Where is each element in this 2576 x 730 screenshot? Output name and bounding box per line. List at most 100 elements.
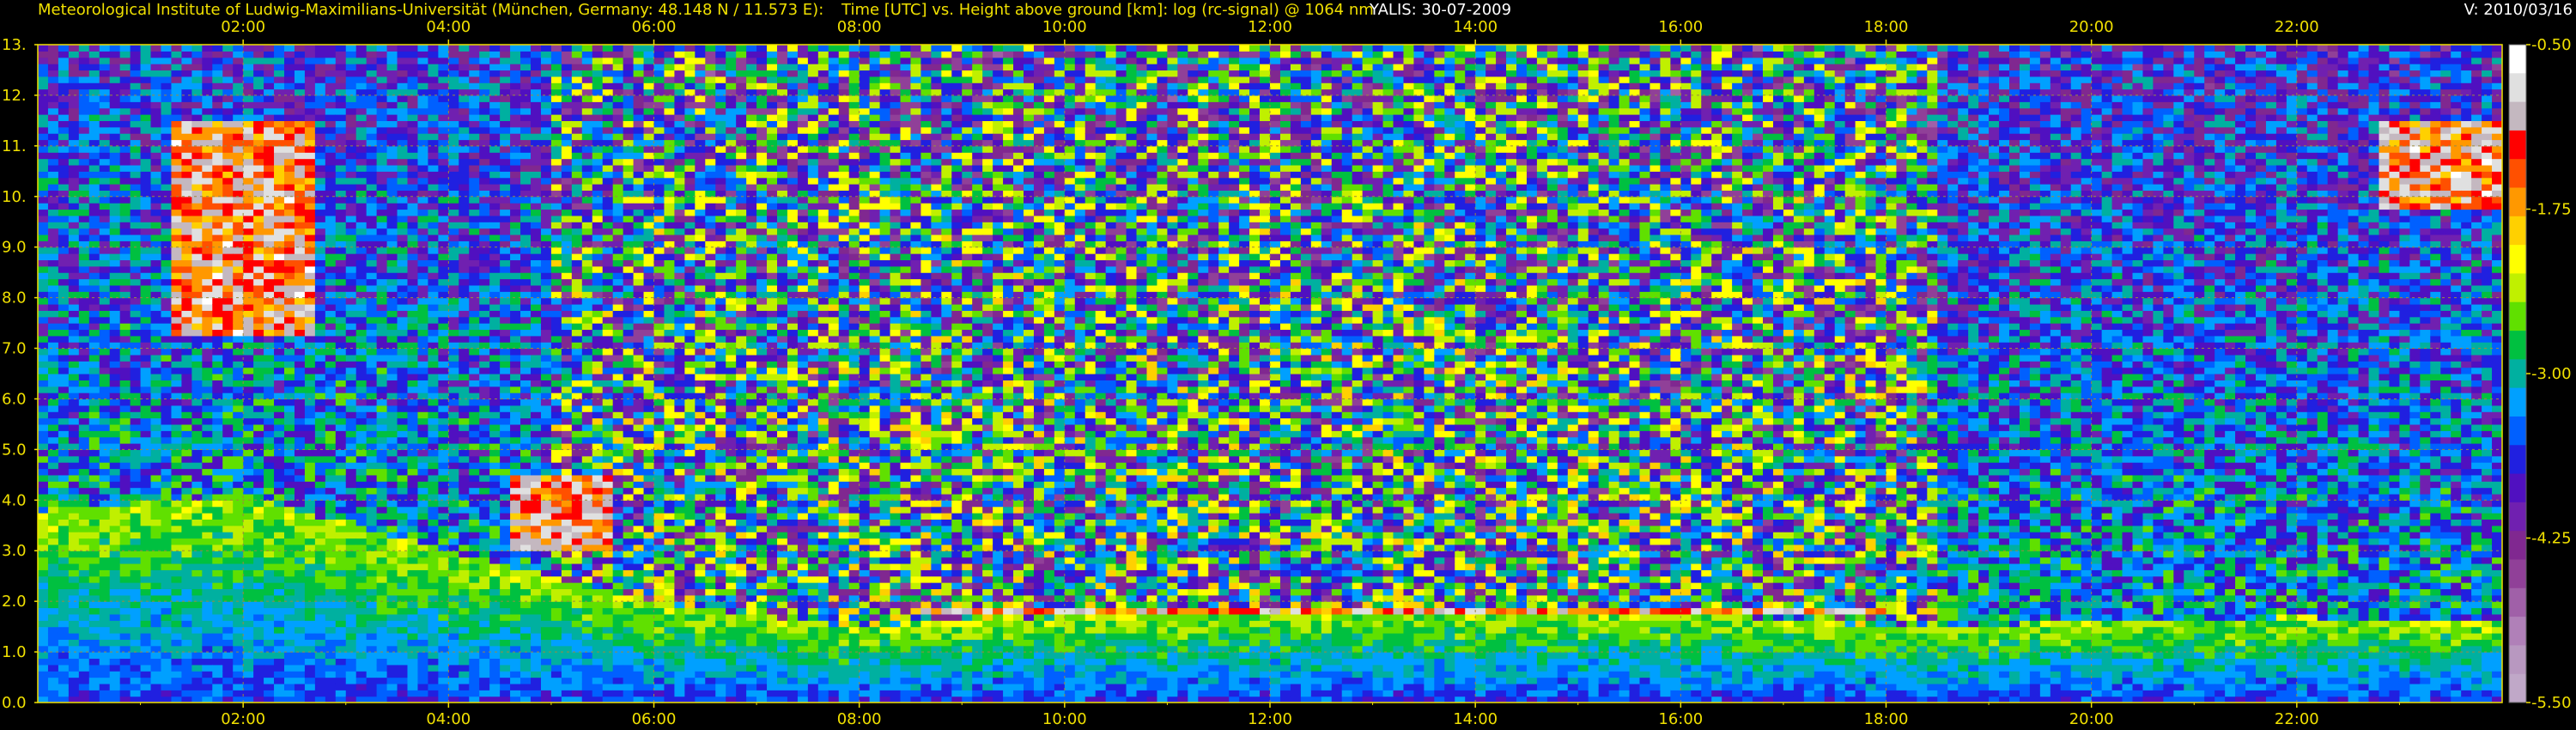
heatmap-cell <box>335 455 347 463</box>
heatmap-cell <box>459 291 470 299</box>
heatmap-cell <box>264 532 275 539</box>
heatmap-cell <box>284 658 295 666</box>
heatmap-cell <box>284 278 295 286</box>
heatmap-cell <box>78 487 90 495</box>
heatmap-cell <box>469 468 480 476</box>
heatmap-cell <box>274 253 285 261</box>
heatmap-cell <box>459 380 470 387</box>
heatmap-cell <box>119 272 131 280</box>
heatmap-cell <box>130 354 142 362</box>
heatmap-cell <box>428 487 439 495</box>
heatmap-cell <box>181 329 192 337</box>
heatmap-cell <box>294 613 306 621</box>
heatmap-cell <box>58 639 70 647</box>
heatmap-cell <box>397 164 409 172</box>
heatmap-cell <box>274 671 285 678</box>
heatmap-cell <box>212 632 223 640</box>
heatmap-cell <box>243 126 254 134</box>
heatmap-cell <box>274 455 285 463</box>
heatmap-cell <box>428 51 439 58</box>
heatmap-cell <box>181 557 192 564</box>
heatmap-cell <box>222 506 234 514</box>
heatmap-cell <box>438 107 449 115</box>
heatmap-cell <box>448 88 459 96</box>
heatmap-cell <box>294 203 306 210</box>
heatmap-cell <box>202 158 213 166</box>
heatmap-cell <box>438 525 449 532</box>
heatmap-cell <box>469 303 480 311</box>
heatmap-cell <box>243 532 254 539</box>
heatmap-cell <box>489 45 501 52</box>
heatmap-cell <box>150 323 162 331</box>
heatmap-cell <box>366 519 378 526</box>
heatmap-cell <box>355 671 368 678</box>
heatmap-cell <box>294 374 306 380</box>
heatmap-cell <box>428 76 439 83</box>
heatmap-cell <box>407 639 419 647</box>
heatmap-cell <box>284 392 295 400</box>
heatmap-cell <box>304 392 316 400</box>
heatmap-cell <box>355 70 368 77</box>
heatmap-cell <box>130 551 142 558</box>
heatmap-cell <box>479 645 490 653</box>
heatmap-cell <box>459 613 470 621</box>
heatmap-cell <box>417 348 429 356</box>
heatmap-cell <box>335 107 347 115</box>
heatmap-cell <box>500 594 511 602</box>
heatmap-cell <box>520 658 532 666</box>
heatmap-cell <box>58 367 70 374</box>
heatmap-cell <box>345 126 357 134</box>
heatmap-cell <box>243 240 254 248</box>
heatmap-cell <box>479 177 490 185</box>
heatmap-cell <box>264 481 275 489</box>
heatmap-cell <box>47 253 59 261</box>
heatmap-cell <box>417 126 429 134</box>
heatmap-cell <box>397 417 409 425</box>
heatmap-cell <box>376 582 388 590</box>
heatmap-cell <box>171 240 183 248</box>
heatmap-cell <box>130 94 142 102</box>
heatmap-cell <box>274 291 285 299</box>
heatmap-cell <box>161 386 173 393</box>
heatmap-cell <box>520 417 532 425</box>
heatmap-cell <box>38 203 49 210</box>
heatmap-cell <box>386 677 398 684</box>
heatmap-cell <box>181 449 192 457</box>
heatmap-cell <box>38 613 49 621</box>
heatmap-cell <box>202 690 213 697</box>
heatmap-cell <box>47 443 59 450</box>
heatmap-cell <box>314 76 326 83</box>
heatmap-cell <box>109 259 121 267</box>
heatmap-cell <box>438 626 449 634</box>
heatmap-cell <box>191 671 203 678</box>
heatmap-cell <box>222 519 234 526</box>
heatmap-cell <box>397 582 409 590</box>
heatmap-cell <box>99 342 111 350</box>
heatmap-cell <box>284 525 295 532</box>
heatmap-cell <box>314 613 326 621</box>
heatmap-cell <box>448 474 459 482</box>
heatmap-cell <box>284 253 295 261</box>
heatmap-cell <box>58 291 70 299</box>
heatmap-cell <box>47 639 59 647</box>
heatmap-cell <box>325 449 337 457</box>
heatmap-cell <box>489 133 501 141</box>
heatmap-cell <box>325 493 337 501</box>
heatmap-cell <box>171 316 183 324</box>
heatmap-cell <box>130 284 142 292</box>
heatmap-cell <box>469 278 480 286</box>
heatmap-cell <box>191 190 203 198</box>
heatmap-cell <box>438 329 449 337</box>
heatmap-cell <box>202 190 213 198</box>
heatmap-cell <box>171 329 183 337</box>
heatmap-cell <box>417 683 429 690</box>
heatmap-cell <box>448 405 459 412</box>
heatmap-cell <box>345 139 357 147</box>
heatmap-cell <box>345 164 357 172</box>
heatmap-cell <box>469 588 480 596</box>
heatmap-cell <box>376 107 388 115</box>
heatmap-cell <box>459 82 470 90</box>
heatmap-cell <box>366 291 378 299</box>
heatmap-cell <box>366 303 378 311</box>
heatmap-cell <box>212 506 223 514</box>
